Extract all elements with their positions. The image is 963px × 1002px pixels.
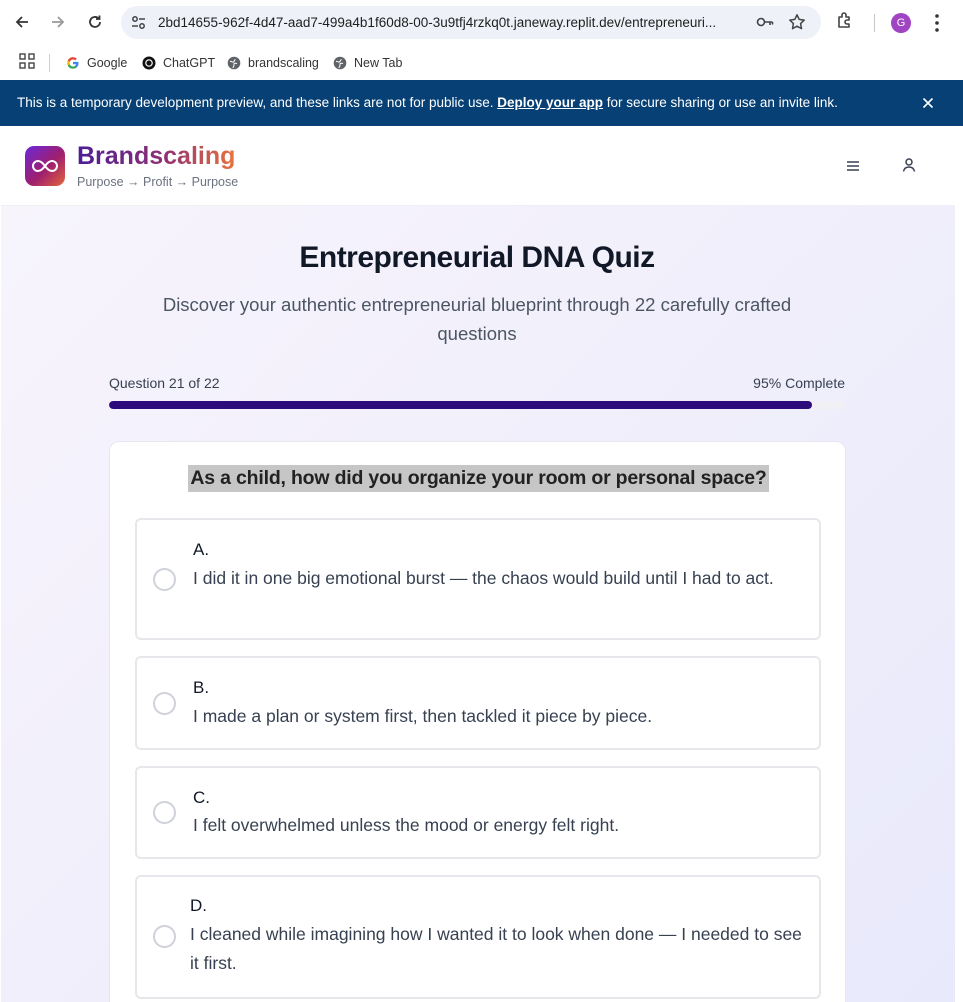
completion-percent: 95% Complete [753, 375, 845, 391]
radio-option-b[interactable] [153, 692, 176, 715]
option-b[interactable]: B. I made a plan or system first, then t… [135, 656, 821, 750]
option-text: I did it in one big emotional burst — th… [193, 568, 774, 588]
bookmark-label: brandscaling [248, 56, 319, 70]
brand-logo[interactable] [25, 146, 65, 186]
brand-name[interactable]: Brandscaling [77, 142, 235, 171]
deploy-app-link[interactable]: Deploy your app [497, 95, 603, 110]
google-icon [66, 56, 80, 70]
close-icon[interactable] [920, 95, 936, 111]
page-subtitle: Discover your authentic entrepreneurial … [162, 294, 792, 344]
option-text: I felt overwhelmed unless the mood or en… [193, 815, 620, 835]
radio-option-a[interactable] [153, 568, 176, 591]
browser-toolbar: 2bd14655-962f-4d47-aad7-499a4b1f60d8-00-… [0, 0, 963, 45]
progress-fill [109, 401, 812, 409]
toolbar-divider [874, 14, 875, 32]
globe-icon [227, 56, 241, 70]
bookmark-star-icon[interactable] [788, 13, 806, 31]
bookmarks-bar: Google ChatGPT brandscaling New Tab [0, 45, 963, 80]
reload-button[interactable] [81, 8, 109, 36]
profile-avatar[interactable]: G [891, 13, 911, 33]
globe-icon [333, 56, 347, 70]
dev-preview-banner: This is a temporary development preview,… [0, 80, 963, 126]
radio-option-c[interactable] [153, 801, 176, 824]
user-icon[interactable] [900, 156, 918, 174]
bookmark-new-tab[interactable]: New Tab [333, 52, 402, 74]
option-letter: A. [193, 540, 210, 559]
option-d[interactable]: D. I cleaned while imagining how I wante… [135, 875, 821, 999]
site-settings-icon[interactable] [130, 14, 147, 31]
option-text: I made a plan or system first, then tack… [193, 706, 653, 726]
more-menu-icon[interactable] [929, 12, 945, 34]
site-header: Brandscaling Purpose → Profit → Purpose [1, 126, 955, 206]
page-title: Entrepreneurial DNA Quiz [299, 241, 655, 274]
forward-button[interactable] [44, 8, 72, 36]
bookmark-brandscaling[interactable]: brandscaling [227, 52, 319, 74]
option-c[interactable]: C. I felt overwhelmed unless the mood or… [135, 766, 821, 859]
apps-grid-icon[interactable] [19, 53, 35, 69]
radio-option-d[interactable] [153, 925, 176, 948]
infinity-icon [32, 159, 58, 173]
progress-bar [109, 401, 845, 409]
option-text: I cleaned while imagining how I wanted i… [190, 924, 802, 973]
option-a[interactable]: A. I did it in one big emotional burst —… [135, 518, 821, 640]
reload-icon [89, 15, 101, 28]
bookmark-chatgpt[interactable]: ChatGPT [142, 52, 215, 74]
question-card: As a child, how did you organize your ro… [109, 441, 846, 1002]
brand-tagline: Purpose → Profit → Purpose [77, 175, 239, 189]
bookmark-label: New Tab [354, 56, 403, 70]
question-counter: Question 21 of 22 [109, 375, 220, 391]
option-letter: D. [190, 896, 207, 915]
bookmark-label: Google [87, 56, 128, 70]
bookmarks-divider [49, 54, 50, 72]
quiz-page: Entrepreneurial DNA Quiz Discover your a… [1, 206, 955, 1002]
password-key-icon[interactable] [755, 14, 775, 30]
banner-message: This is a temporary development preview,… [17, 95, 838, 110]
menu-icon[interactable] [844, 157, 862, 175]
option-letter: B. [193, 678, 210, 697]
question-text-row: As a child, how did you organize your ro… [110, 465, 847, 492]
chatgpt-icon [142, 56, 156, 70]
back-button[interactable] [8, 8, 36, 36]
arrow-left-icon [15, 16, 28, 28]
address-bar[interactable]: 2bd14655-962f-4d47-aad7-499a4b1f60d8-00-… [121, 6, 821, 39]
extensions-icon[interactable] [835, 10, 855, 30]
option-letter: C. [193, 788, 210, 807]
question-text: As a child, how did you organize your ro… [188, 465, 769, 492]
bookmark-label: ChatGPT [163, 56, 216, 70]
arrow-right-icon [52, 16, 65, 28]
url-text[interactable]: 2bd14655-962f-4d47-aad7-499a4b1f60d8-00-… [158, 15, 743, 30]
bookmark-google[interactable]: Google [66, 52, 127, 74]
